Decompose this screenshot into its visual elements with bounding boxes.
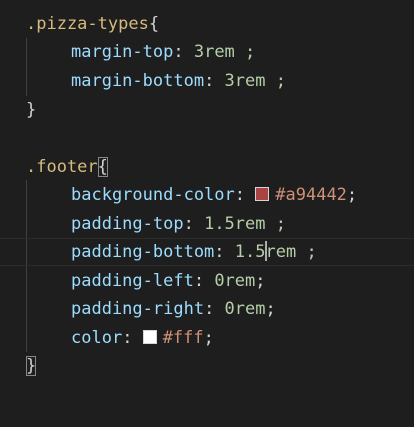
code-line[interactable]: padding-left: 0rem; <box>0 267 414 295</box>
css-value: 3rem ; <box>214 71 286 91</box>
css-property: background-color <box>71 185 235 205</box>
color-swatch-icon[interactable] <box>142 330 157 344</box>
css-property: color <box>71 328 123 348</box>
semicolon: ; <box>255 271 266 291</box>
colon: : <box>193 271 205 291</box>
code-line[interactable]: padding-top: 1.5rem ; <box>0 210 414 238</box>
css-property: margin-top <box>71 42 174 62</box>
css-selector: .footer <box>26 157 98 177</box>
css-value: #a94442 <box>275 185 347 205</box>
colon: : <box>204 299 215 319</box>
code-line[interactable]: .footer{ <box>0 153 414 181</box>
css-property: margin-bottom <box>71 71 205 91</box>
css-value: 1.5 <box>224 242 266 262</box>
code-line[interactable]: background-color: #a94442; <box>0 181 414 209</box>
css-property: padding-right <box>71 299 205 319</box>
close-brace: } <box>26 100 37 120</box>
open-brace: { <box>97 157 108 177</box>
colon: : <box>183 214 194 234</box>
code-line[interactable] <box>0 124 414 152</box>
code-line[interactable]: margin-bottom: 3rem ; <box>0 67 414 95</box>
css-value: 0rem <box>214 299 266 319</box>
css-selector: .pizza-types <box>26 14 149 34</box>
colon: : <box>173 42 184 62</box>
css-value: rem ; <box>265 242 317 262</box>
close-brace: } <box>26 356 37 376</box>
semicolon: ; <box>265 299 276 319</box>
css-value: 1.5rem ; <box>193 214 286 234</box>
code-line[interactable]: } <box>0 96 414 124</box>
code-line[interactable]: color: #fff; <box>0 324 414 352</box>
css-property: padding-bottom <box>71 242 215 262</box>
code-editor[interactable]: .pizza-types{ margin-top: 3rem ; margin-… <box>0 0 414 427</box>
colon: : <box>214 242 225 262</box>
colon: : <box>122 328 133 348</box>
current-code-line[interactable]: padding-bottom: 1.5rem ; <box>0 238 414 266</box>
code-line[interactable]: .pizza-types{ <box>0 10 414 38</box>
code-line[interactable]: } <box>0 352 414 380</box>
css-property: padding-top <box>71 214 184 234</box>
semicolon: ; <box>346 185 358 205</box>
color-swatch-icon[interactable] <box>255 187 270 201</box>
css-value: 0rem <box>204 271 256 291</box>
colon: : <box>234 185 246 205</box>
css-property: padding-left <box>71 271 194 291</box>
colon: : <box>204 71 215 91</box>
code-line[interactable]: padding-right: 0rem; <box>0 295 414 323</box>
css-value: 3rem ; <box>183 42 256 62</box>
code-line[interactable]: margin-top: 3rem ; <box>0 38 414 66</box>
css-value: #fff <box>162 328 204 348</box>
semicolon: ; <box>203 328 214 348</box>
open-brace: { <box>148 14 160 34</box>
